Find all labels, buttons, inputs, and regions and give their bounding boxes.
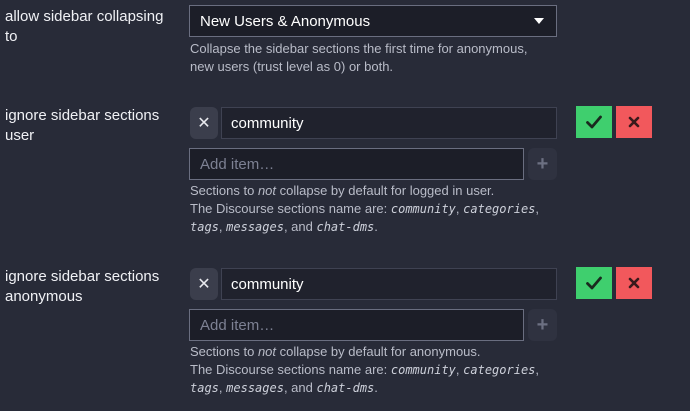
anon-sections-add-button[interactable]: + [528,309,557,341]
separator: , [535,362,540,377]
desc-text: collapse by default for logged in user. [276,183,495,198]
user-sections-chip: community [221,107,557,139]
check-icon [586,276,602,290]
section-name: chat-dms [316,220,375,234]
desc-emphasis: not [257,344,277,359]
check-icon [586,115,602,129]
anon-sections-cancel-button[interactable] [616,267,652,299]
separator: , and [283,380,317,395]
user-sections-add-button[interactable]: + [528,148,557,180]
anon-sections-add-input[interactable] [189,309,524,341]
section-name: categories [463,363,536,377]
remove-chip-button[interactable]: ✕ [190,268,218,300]
setting-label-anon-sections: ignore sidebar sections anonymous [5,268,160,305]
caret-down-icon [534,18,544,24]
admin-settings-page: allow sidebar collapsing to New Users & … [0,0,690,411]
remove-chip-button[interactable]: ✕ [190,107,218,139]
anon-sections-chip: community [221,268,557,300]
collapsing-description: Collapse the sidebar sections the first … [190,41,528,74]
user-sections-save-button[interactable] [576,106,612,138]
section-name: tags [190,381,219,395]
desc-text: Sections to [190,344,258,359]
user-sections-add-input[interactable] [189,148,524,180]
desc-text: The Discourse sections name are: [190,362,391,377]
section-name: community [390,363,456,377]
separator: . [374,380,378,395]
collapsing-select[interactable]: New Users & Anonymous [189,5,557,37]
separator: , and [283,219,317,234]
close-icon [628,277,640,289]
section-name: categories [463,202,536,216]
desc-text: collapse by default for anonymous. [276,344,481,359]
x-icon: ✕ [197,276,211,293]
separator: . [374,219,378,234]
section-name: messages [226,381,284,395]
desc-emphasis: not [257,183,277,198]
plus-icon: + [536,152,549,175]
section-name: messages [226,220,284,234]
plus-icon: + [536,313,549,336]
setting-label-collapsing: allow sidebar collapsing to [5,8,164,45]
x-icon: ✕ [197,115,211,132]
user-sections-description: Sections to not collapse by default for … [190,182,550,236]
anon-sections-save-button[interactable] [576,267,612,299]
close-icon [628,116,640,128]
desc-text: Sections to [190,183,258,198]
section-name: tags [190,220,219,234]
collapsing-selected-value: New Users & Anonymous [200,12,371,30]
desc-text: The Discourse sections name are: [190,201,391,216]
section-name: chat-dms [316,381,375,395]
separator: , [535,201,540,216]
setting-label-user-sections: ignore sidebar sections user [5,107,160,144]
user-sections-cancel-button[interactable] [616,106,652,138]
section-name: community [390,202,456,216]
anon-sections-description: Sections to not collapse by default for … [190,343,550,397]
